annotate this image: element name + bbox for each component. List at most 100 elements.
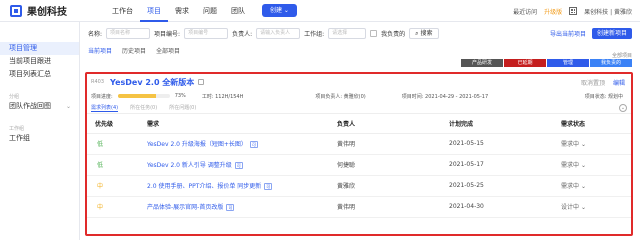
upgrade-link[interactable]: 升级版 (544, 7, 562, 16)
tab-current[interactable]: 当前项目 (88, 46, 112, 55)
team-board-label: 团队作战回图 (9, 102, 51, 110)
requirement-cell[interactable]: 2.0 使用手册、PPT介绍、报价单 同步更新可 (147, 175, 337, 197)
col-due: 计划完成 (449, 114, 561, 134)
requirement-cell[interactable]: YesDev 2.0 新人引导 调整升级可 (147, 154, 337, 176)
sidebar-item-project-summary[interactable]: 项目列表汇总 (0, 68, 79, 81)
nav-project[interactable]: 项目 (140, 0, 168, 22)
create-label: 创建 (270, 7, 283, 14)
progress-label: 项目进度: (91, 93, 113, 100)
table-row[interactable]: 中产品体验-展示官网-首页改版可黄伟明 2021-04-30 设计中 ⌄ (87, 196, 631, 218)
status-cell[interactable]: 需求中 ⌄ (561, 133, 631, 155)
requirement-tag: 可 (249, 141, 258, 148)
app-logo[interactable]: 果创科技 (10, 3, 105, 18)
table-header: 优先级 需求 负责人 计划完成 需求状态 (87, 114, 631, 134)
nav-workbench[interactable]: 工作台 (105, 0, 140, 22)
col-owner: 负责人 (337, 114, 449, 134)
status-cell[interactable]: 设计中 ⌄ (561, 196, 631, 218)
export-project-link[interactable]: 导出当前项目 (550, 29, 586, 38)
sidebar-item-team-board[interactable]: 团队作战回图 ⌄ (0, 100, 79, 113)
requirement-tag: 可 (264, 183, 273, 190)
tag-mine[interactable]: 我负责的 (590, 59, 632, 67)
nav-team[interactable]: 团队 (224, 0, 252, 22)
nav-issue[interactable]: 问题 (196, 0, 224, 22)
due-cell: 2021-04-30 (449, 196, 561, 218)
subtab-issues[interactable]: 所在问题(0) (169, 104, 196, 111)
apps-grid-icon[interactable] (569, 7, 578, 15)
sidebar-item-project-manage[interactable]: 项目管理 (0, 42, 79, 55)
search-button[interactable]: ⌕ 搜索 (409, 27, 439, 39)
project-meta: 项目进度: 73% 工时: 112H/154H 项目负责人: 黄雅欣(0) 项目… (87, 90, 631, 102)
project-subtabs: 需求列表(4) 所在任务(0) 所在问题(0) ⌄ (87, 102, 631, 114)
mine-label: 我负责的 (381, 30, 406, 38)
project-header: R403 YesDev 2.0 全新版本 取消置顶 编辑 (87, 74, 631, 90)
hours-text: 工时: 112H/154H (201, 93, 244, 100)
logo-icon (10, 4, 22, 17)
progress-bar (117, 94, 170, 98)
priority-cell: 中 (87, 175, 147, 197)
create-project-button[interactable]: 创建新项目 (591, 28, 632, 39)
due-cell: 2021-05-17 (449, 154, 561, 176)
subtab-requirements[interactable]: 需求列表(4) (91, 104, 119, 112)
owner-cell: 黄伟明 (337, 196, 449, 218)
priority-cell: 中 (87, 196, 147, 218)
chevron-down-icon: ⌄ (580, 183, 586, 190)
all-projects-link[interactable]: 全部项目 (612, 52, 632, 59)
status-value: 需求中 (561, 141, 580, 148)
table-row[interactable]: 低 YesDev 2.0 新人引导 调整升级可何捷聪 2021-05-17 需求中 ⌄ (87, 154, 631, 176)
edit-link[interactable]: 编辑 (613, 78, 625, 87)
org-user-menu[interactable]: 果创科技 | 黄雅欣 (584, 7, 632, 16)
project-no-label: 项目编号: (154, 30, 181, 38)
chevron-down-icon: ⌄ (580, 204, 586, 211)
progress-fill (117, 94, 156, 98)
col-requirement: 需求 (147, 114, 337, 134)
due-cell: 2021-05-15 (449, 133, 561, 155)
status-cell[interactable]: 需求中 ⌄ (561, 154, 631, 176)
tab-all[interactable]: 全部项目 (156, 46, 180, 55)
sidebar-group-workgroup: 工作组 (9, 126, 25, 132)
mine-checkbox[interactable] (370, 29, 378, 37)
requirement-link[interactable]: 产品体验-展示官网-首页改版 (147, 204, 223, 211)
owner-cell: 黄伟明 (337, 133, 449, 155)
requirement-link[interactable]: YesDev 2.0 升级海报（短图+长图） (147, 141, 247, 148)
table-row[interactable]: 低 YesDev 2.0 升级海报（短图+长图）可黄伟明 2021-05-15 需求中… (87, 133, 631, 155)
project-ops: 取消置顶 编辑 (581, 78, 625, 87)
tab-history[interactable]: 历史项目 (122, 46, 146, 55)
status-value: 设计中 (561, 204, 580, 211)
collapse-icon[interactable]: ⌄ (619, 104, 627, 112)
requirement-cell[interactable]: YesDev 2.0 升级海报（短图+长图）可 (147, 133, 337, 155)
tag-manage[interactable]: 管理 (547, 59, 589, 67)
project-no-input[interactable]: 项目编号 (184, 27, 229, 39)
sidebar-item-workgroup[interactable]: 工作组 (0, 132, 79, 145)
app-name: 果创科技 (27, 7, 67, 18)
requirement-link[interactable]: 2.0 使用手册、PPT介绍、报价单 同步更新 (147, 183, 261, 190)
unpin-link[interactable]: 取消置顶 (581, 78, 605, 87)
tag-rnd[interactable]: 产品研发 (461, 59, 503, 67)
tag-delayed[interactable]: 已延期 (504, 59, 546, 67)
progress-text: 73% (174, 93, 186, 99)
requirement-link[interactable]: YesDev 2.0 新人引导 调整升级 (147, 162, 232, 169)
table-row[interactable]: 中 2.0 使用手册、PPT介绍、报价单 同步更新可黄雅欣 2021-05-25 需求… (87, 175, 631, 197)
workgroup-select[interactable]: 请选择 (328, 27, 367, 39)
top-right-area: 最近访问 升级版 果创科技 | 黄雅欣 (513, 0, 632, 22)
main-nav: 工作台 项目 需求 问题 团队 创建 ⌄ (105, 0, 297, 22)
nav-requirement[interactable]: 需求 (168, 0, 196, 22)
name-input[interactable]: 项目名称 (106, 27, 151, 39)
subtab-tasks[interactable]: 所在任务(0) (130, 104, 157, 111)
period-text: 项目时间: 2021-04-29 - 2021-05-17 (401, 93, 489, 100)
status-cell[interactable]: 需求中 ⌄ (561, 175, 631, 197)
create-button[interactable]: 创建 ⌄ (262, 4, 297, 17)
sidebar: 项目管理 当前项目跟进 项目列表汇总 分组 团队作战回图 ⌄ 工作组 工作组 (0, 22, 80, 240)
main-actions: 导出当前项目 创建新项目 (550, 28, 632, 39)
priority-cell: 低 (87, 154, 147, 176)
owner-cell: 黄雅欣 (337, 175, 449, 197)
chevron-down-icon: ⌄ (580, 162, 586, 169)
owner-input[interactable]: 请输入负责人 (256, 27, 301, 39)
recent-visit-link[interactable]: 最近访问 (513, 7, 537, 16)
sidebar-item-project-follow[interactable]: 当前项目跟进 (0, 55, 79, 68)
chevron-down-icon: ⌄ (65, 103, 71, 110)
project-title[interactable]: YesDev 2.0 全新版本 (110, 77, 194, 88)
edit-icon[interactable] (198, 79, 205, 85)
state-text: 项目状态: 规划中 (584, 93, 623, 100)
requirement-cell[interactable]: 产品体验-展示官网-首页改版可 (147, 196, 337, 218)
chevron-down-icon: ⌄ (580, 141, 586, 148)
